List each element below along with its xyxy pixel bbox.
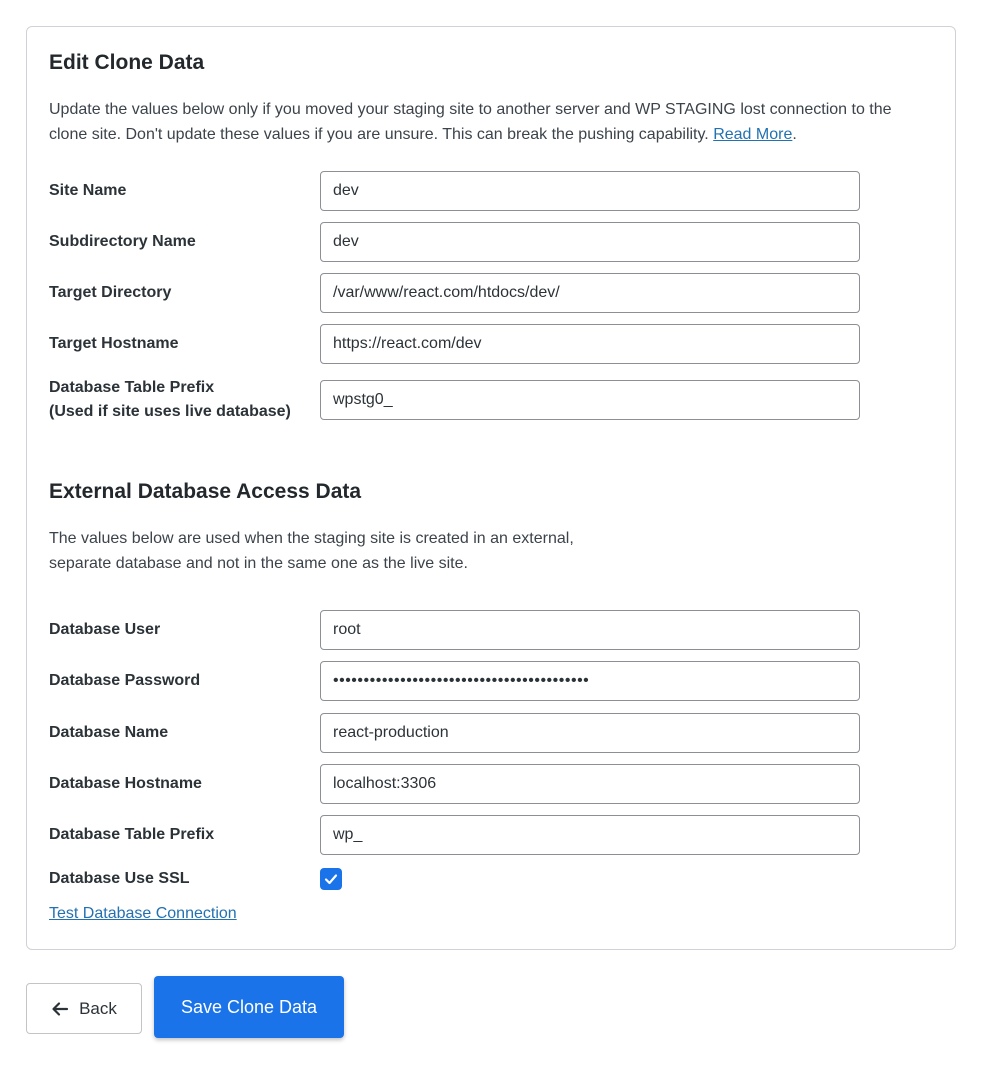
subdirectory-name-label: Subdirectory Name	[49, 233, 196, 250]
table-prefix-label: Database Table Prefix (Used if site uses …	[49, 376, 319, 424]
edit-clone-data-intro: Update the values below only if you move…	[49, 101, 892, 143]
target-hostname-label: Target Hostname	[49, 335, 179, 352]
table-prefix-label-main: Database Table Prefix	[49, 379, 215, 396]
db-user-label: Database User	[49, 621, 161, 638]
site-name-label: Site Name	[49, 182, 127, 199]
db-password-input[interactable]	[320, 661, 860, 701]
db-name-input[interactable]	[320, 713, 860, 753]
db-password-label: Database Password	[49, 672, 201, 689]
db-password-row: Database Password	[49, 661, 861, 701]
read-more-link[interactable]: Read More	[713, 126, 792, 143]
db-use-ssl-checkbox[interactable]	[320, 868, 342, 890]
edit-clone-data-title: Edit Clone Data	[49, 51, 205, 74]
target-hostname-row: Target Hostname	[49, 324, 861, 364]
subdirectory-name-input[interactable]	[320, 222, 860, 262]
checkmark-icon	[324, 874, 338, 885]
db-name-row: Database Name	[49, 713, 861, 753]
db-hostname-input[interactable]	[320, 764, 860, 804]
test-database-connection-link[interactable]: Test Database Connection	[49, 905, 237, 923]
target-hostname-input[interactable]	[320, 324, 860, 364]
external-db-intro-line1: The values below are used when the stagi…	[49, 530, 574, 547]
db-table-prefix-row: Database Table Prefix	[49, 815, 861, 855]
target-directory-row: Target Directory	[49, 273, 861, 313]
site-name-input[interactable]	[320, 171, 860, 211]
table-prefix-label-sub: (Used if site uses live database)	[49, 403, 291, 420]
external-db-intro: The values below are used when the stagi…	[49, 526, 929, 576]
db-use-ssl-row: Database Use SSL	[49, 859, 861, 899]
db-use-ssl-label: Database Use SSL	[49, 870, 190, 887]
save-clone-data-button[interactable]: Save Clone Data	[154, 976, 344, 1038]
table-prefix-input[interactable]	[320, 380, 860, 420]
target-directory-label: Target Directory	[49, 284, 172, 301]
clone-data-panel: Edit Clone Data Update the values below …	[26, 26, 956, 950]
back-button-label: Back	[79, 998, 117, 1018]
subdirectory-name-row: Subdirectory Name	[49, 222, 861, 262]
target-directory-input[interactable]	[320, 273, 860, 313]
db-user-input[interactable]	[320, 610, 860, 650]
db-table-prefix-input[interactable]	[320, 815, 860, 855]
db-name-label: Database Name	[49, 724, 169, 741]
db-hostname-row: Database Hostname	[49, 764, 861, 804]
site-name-row: Site Name	[49, 171, 861, 211]
external-db-intro-line2: separate database and not in the same on…	[49, 555, 468, 572]
db-hostname-label: Database Hostname	[49, 775, 202, 792]
table-prefix-row: Database Table Prefix (Used if site uses …	[49, 379, 861, 420]
arrow-left-icon	[52, 1001, 69, 1016]
db-table-prefix-label: Database Table Prefix	[49, 826, 215, 843]
db-user-row: Database User	[49, 610, 861, 650]
external-db-title: External Database Access Data	[49, 480, 362, 503]
back-button[interactable]: Back	[26, 983, 142, 1034]
